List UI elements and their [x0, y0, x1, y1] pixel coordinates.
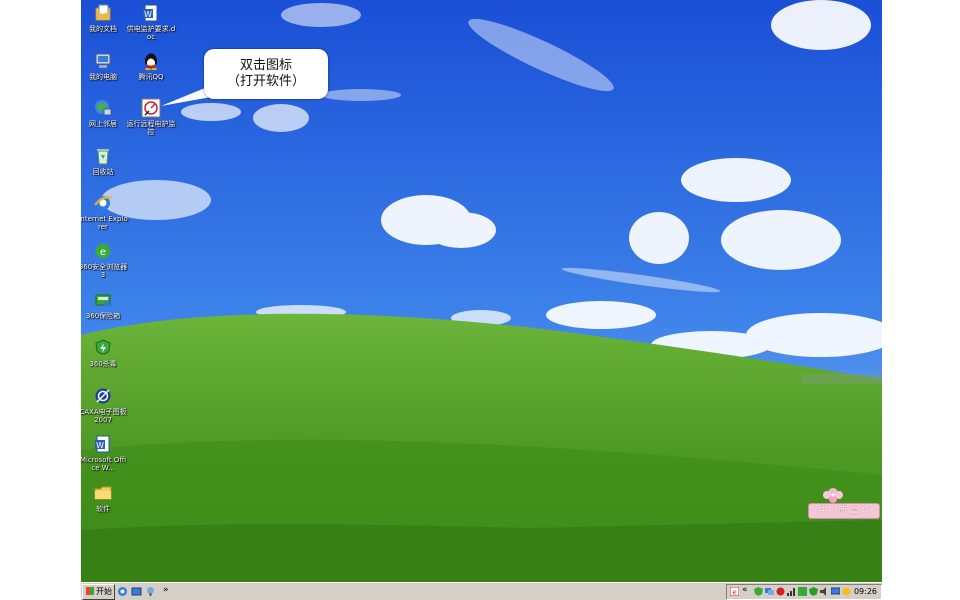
tray-signal-icon[interactable] [787, 587, 796, 596]
folder-icon [94, 486, 112, 500]
desktop-icon-label: 运行远程电护监控 [126, 120, 176, 136]
desktop-icon-caxa[interactable]: CAXA电子图板2007 [81, 386, 128, 424]
callout-line-2: （打开软件） [226, 74, 305, 89]
word-document-icon: W [143, 4, 158, 22]
windows-logo-icon [86, 587, 94, 595]
desktop-screen: 我的文档 我的电脑 网上邻居 回收站 Internet Explorer e 3… [81, 0, 882, 600]
system-tray: « e 09:26 [726, 584, 882, 600]
desktop-icon-label: 供电监护要求.doc [126, 25, 176, 41]
callout-line-1: 双击图标 [239, 58, 292, 73]
desktop-icon-label: 我的电脑 [89, 73, 117, 81]
taskbar: 开始 » « e 09:26 [81, 582, 882, 600]
desktop-icon-label: Microsoft Office W... [81, 456, 127, 472]
my-computer-icon [95, 53, 111, 68]
caxa-icon [95, 388, 111, 404]
internet-explorer-icon [94, 196, 113, 210]
desktop-icon-network[interactable]: 网上邻居 [81, 98, 128, 128]
desktop-icon-software-folder[interactable]: 软件 [81, 483, 128, 513]
tray-shield-icon[interactable] [754, 587, 763, 596]
desktop-icon-label: 360安全浏览器 3 [81, 263, 128, 279]
desktop-icon-qq[interactable]: 腾讯QQ [126, 51, 176, 81]
svg-text:e: e [100, 247, 106, 258]
desktop-icon-360-browser[interactable]: e 360安全浏览器 3 [81, 241, 128, 279]
desktop-icon-label: 软件 [96, 505, 110, 513]
desktop-icon-my-documents[interactable]: 我的文档 [81, 3, 128, 33]
desktop-icon-label: 网上邻居 [89, 120, 117, 128]
desktop-icon-doc-file[interactable]: W 供电监护要求.doc [126, 3, 176, 41]
ime-language-bar[interactable]: 中 ˚ 简 ▤ ⚙ [808, 503, 880, 519]
remote-monitor-icon [141, 98, 161, 118]
start-button[interactable]: 开始 [82, 584, 115, 600]
quicklaunch-media-icon[interactable] [145, 586, 156, 597]
svg-text:e: e [732, 589, 736, 597]
360-antivirus-icon [95, 339, 111, 355]
desktop-icon-internet-explorer[interactable]: Internet Explorer [81, 193, 128, 231]
desktop-icon-label: 回收站 [92, 168, 114, 176]
desktop-icon-label: Internet Explorer [81, 215, 128, 231]
desktop-icon-recycle-bin[interactable]: 回收站 [81, 146, 128, 176]
start-label: 开始 [96, 587, 112, 596]
ime-flower-icon [823, 488, 843, 503]
tray-network-icon[interactable] [765, 587, 774, 596]
desktop-icon-label: 我的文档 [89, 25, 117, 33]
desktop-icon-my-computer[interactable]: 我的电脑 [81, 51, 128, 81]
tray-security-icon[interactable] [776, 587, 785, 596]
desktop-icon-360-antivirus[interactable]: 360杀毒 [81, 338, 128, 368]
word-icon: W [95, 435, 110, 453]
instruction-callout: 双击图标 （打开软件） [204, 49, 328, 99]
desktop-icon-label: 腾讯QQ [138, 73, 164, 81]
svg-text:W: W [96, 441, 104, 450]
tray-volume-icon[interactable] [820, 587, 829, 596]
desktop-icon-label: 360保险箱 [85, 312, 121, 320]
qq-penguin-icon [145, 53, 157, 71]
my-documents-icon [95, 4, 111, 21]
recycle-bin-icon [97, 149, 109, 165]
quicklaunch-show-desktop-icon[interactable] [131, 586, 142, 597]
svg-text:W: W [144, 10, 152, 19]
network-places-icon [95, 100, 112, 116]
quicklaunch-ie-icon[interactable] [117, 586, 128, 597]
desktop-icon-ms-word[interactable]: W Microsoft Office W... [81, 434, 128, 472]
ime-bar-label: 中 ˚ 简 ▤ ⚙ [818, 506, 870, 516]
tray-360-safe-icon[interactable] [798, 587, 807, 596]
tray-qq-icon[interactable] [842, 587, 851, 596]
desktop-icon-label: 360杀毒 [89, 360, 117, 368]
tray-antivirus-icon[interactable] [809, 587, 818, 596]
tray-monitor-icon[interactable] [831, 587, 840, 596]
tray-expand-chevron[interactable]: « [742, 585, 748, 595]
quicklaunch-expand-chevron[interactable]: » [163, 585, 169, 595]
taskbar-clock[interactable]: 09:26 [854, 586, 877, 598]
desktop-icon-label: CAXA电子图板2007 [81, 408, 127, 424]
360-safe-box-icon [95, 294, 111, 307]
desktop-icon-360-safe-box[interactable]: 360保险箱 [81, 290, 128, 320]
tray-360-icon[interactable]: e [730, 587, 739, 596]
360-browser-icon: e [95, 243, 111, 259]
